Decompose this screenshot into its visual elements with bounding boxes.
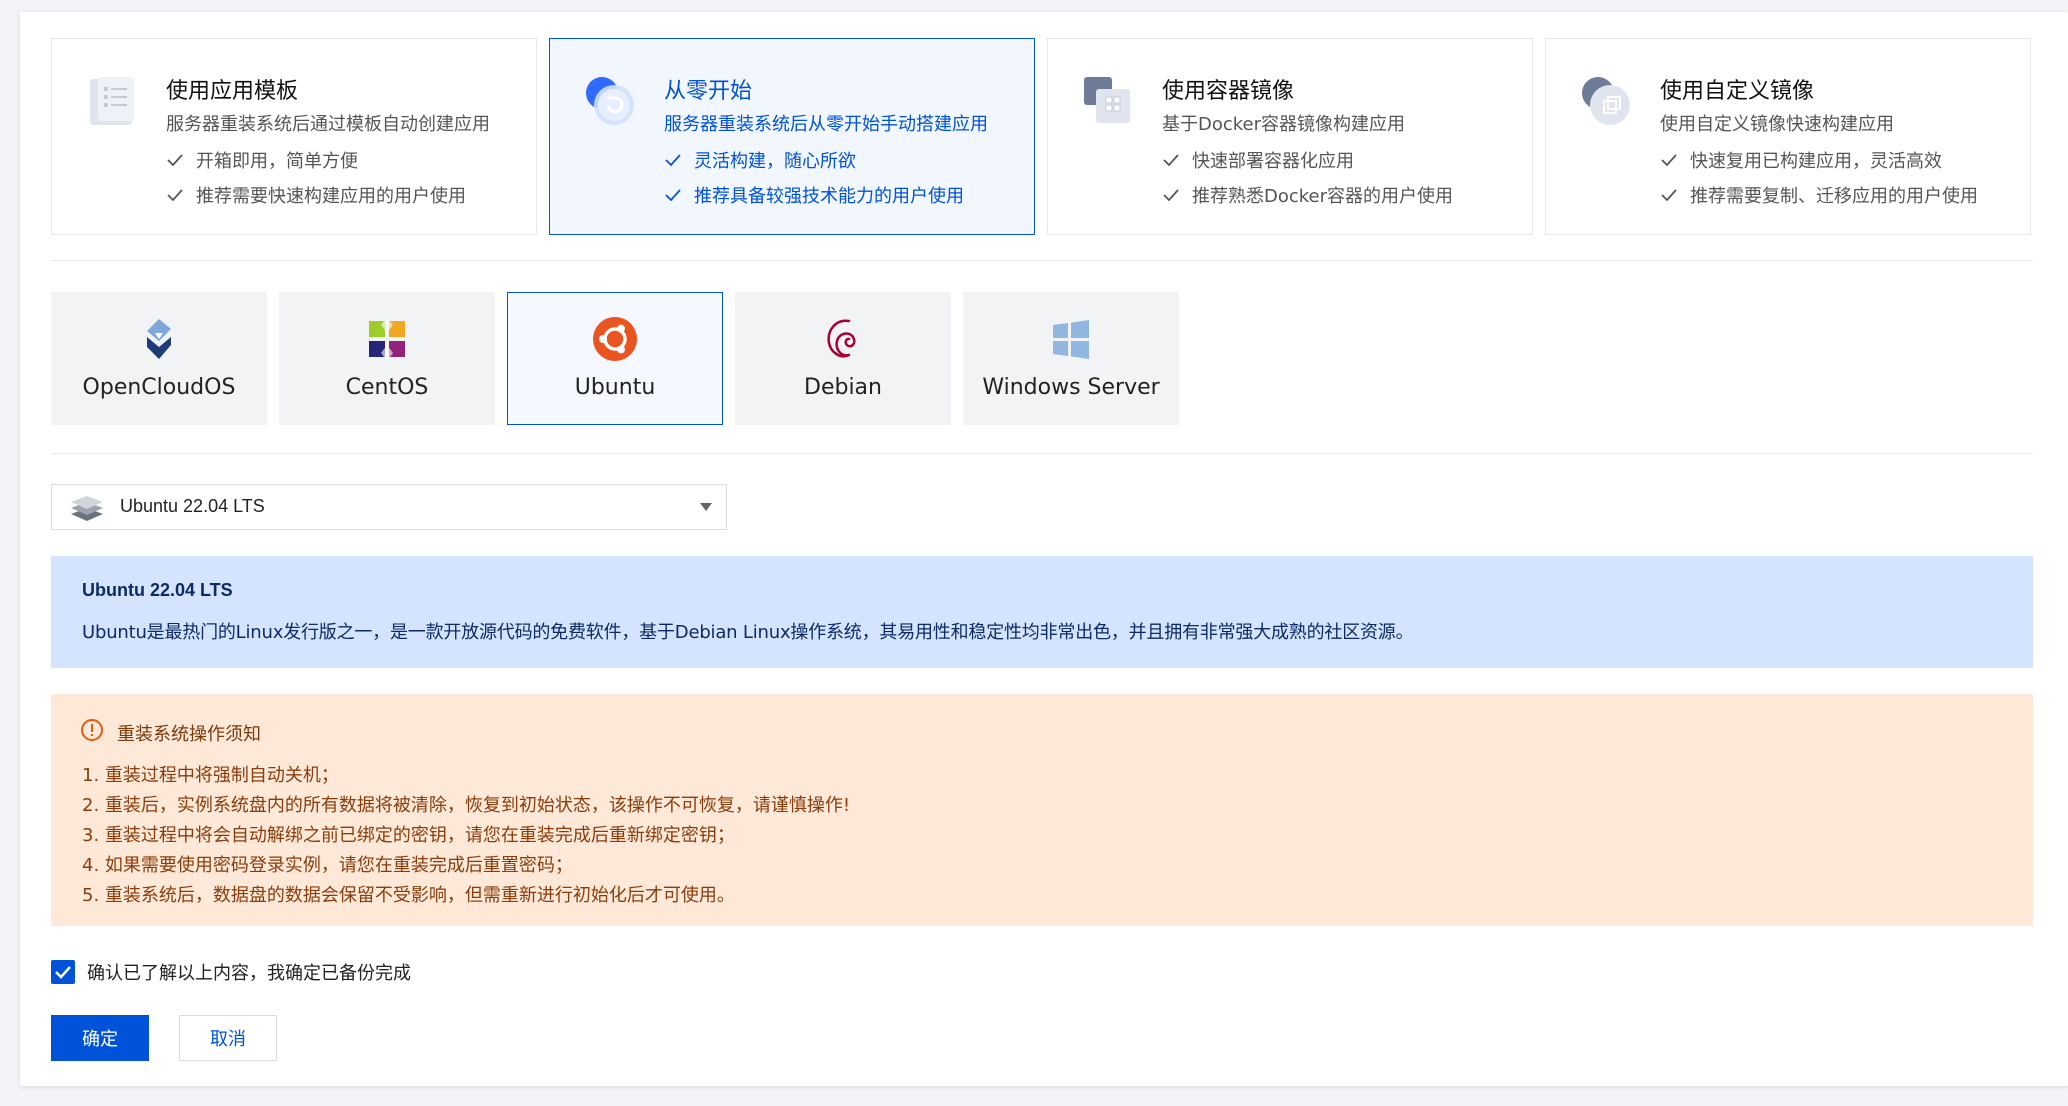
mode-feature: 推荐需要快速构建应用的用户使用 (166, 182, 466, 208)
checkmark-icon (55, 966, 71, 979)
mode-card-container-image[interactable]: 使用容器镜像 基于Docker容器镜像构建应用 快速部署容器化应用 推荐熟悉Do… (1047, 38, 1533, 235)
os-name: Windows Server (982, 375, 1160, 400)
mode-feature: 推荐具备较强技术能力的用户使用 (664, 182, 964, 208)
mode-desc: 使用自定义镜像快速构建应用 (1660, 114, 1894, 135)
mode-desc: 服务器重装系统后通过模板自动创建应用 (166, 114, 490, 135)
divider (51, 453, 2033, 454)
notice-item: 4. 如果需要使用密码登录实例，请您在重装完成后重置密码； (82, 855, 573, 876)
check-icon (167, 154, 183, 167)
check-icon (1661, 189, 1677, 202)
os-tile-opencloudos[interactable]: OpenCloudOS (51, 292, 267, 425)
mode-title: 使用容器镜像 (1162, 79, 1295, 104)
windows-logo-icon (1053, 320, 1089, 359)
os-info-box: Ubuntu 22.04 LTS Ubuntu是最热门的Linux发行版之一，是… (51, 556, 2033, 668)
os-name: Debian (804, 375, 882, 400)
check-icon (1163, 189, 1179, 202)
mode-title: 从零开始 (664, 79, 753, 104)
os-info-desc: Ubuntu是最热门的Linux发行版之一，是一款开放源代码的免费软件，基于De… (82, 622, 1414, 643)
mode-feature: 推荐熟悉Docker容器的用户使用 (1162, 182, 1453, 208)
reinstall-notice-box: 重装系统操作须知 1. 重装过程中将强制自动关机； 2. 重装后，实例系统盘内的… (51, 694, 2033, 926)
mode-feature: 推荐需要复制、迁移应用的用户使用 (1660, 182, 1978, 208)
layers-icon (71, 496, 103, 521)
check-icon (1163, 154, 1179, 167)
mode-desc: 服务器重装系统后从零开始手动搭建应用 (664, 114, 988, 135)
check-icon (167, 189, 183, 202)
os-tile-windows-server[interactable]: Windows Server (963, 292, 1179, 425)
mode-title: 使用应用模板 (166, 79, 299, 104)
os-tile-debian[interactable]: Debian (735, 292, 951, 425)
notice-item: 1. 重装过程中将强制自动关机； (82, 765, 339, 786)
mode-title: 使用自定义镜像 (1660, 79, 1815, 104)
version-select-value: Ubuntu 22.04 LTS (120, 496, 265, 516)
from-scratch-icon (586, 77, 634, 125)
notice-item: 3. 重装过程中将会自动解绑之前已绑定的密钥，请您在重装完成后重新绑定密钥； (82, 825, 735, 846)
os-name: CentOS (345, 375, 429, 400)
notice-item: 2. 重装后，实例系统盘内的所有数据将被清除，恢复到初始状态，该操作不可恢复，请… (82, 795, 851, 816)
app-template-icon (90, 77, 134, 125)
os-name: OpenCloudOS (82, 375, 236, 400)
centos-logo-icon (369, 317, 405, 361)
confirm-label: 确认已了解以上内容，我确定已备份完成 (87, 963, 411, 984)
version-select[interactable]: Ubuntu 22.04 LTS (51, 484, 727, 530)
mode-cards: 使用应用模板 服务器重装系统后通过模板自动创建应用 开箱即用，简单方便 推荐需要… (51, 38, 2033, 235)
custom-image-icon (1582, 77, 1630, 125)
os-tile-ubuntu[interactable]: Ubuntu (507, 292, 723, 425)
mode-feature: 灵活构建，随心所欲 (664, 147, 856, 173)
confirm-button[interactable]: 确定 (51, 1015, 149, 1061)
confirm-backup-checkbox[interactable]: 确认已了解以上内容，我确定已备份完成 (51, 959, 411, 985)
notice-title: 重装系统操作须知 (117, 724, 261, 745)
cancel-button[interactable]: 取消 (179, 1015, 277, 1061)
mode-card-from-scratch[interactable]: 从零开始 服务器重装系统后从零开始手动搭建应用 灵活构建，随心所欲 推荐具备较强… (549, 38, 1035, 235)
os-info-title: Ubuntu 22.04 LTS (82, 580, 233, 600)
check-icon (1661, 154, 1677, 167)
mode-feature: 开箱即用，简单方便 (166, 147, 358, 173)
ubuntu-logo-icon (593, 317, 637, 361)
os-name: Ubuntu (574, 375, 656, 400)
check-icon (665, 154, 681, 167)
opencloudos-logo-icon (147, 319, 171, 359)
mode-desc: 基于Docker容器镜像构建应用 (1162, 114, 1406, 135)
notice-item: 5. 重装系统后，数据盘的数据会保留不受影响，但需重新进行初始化后才可使用。 (82, 885, 735, 906)
caret-down-icon (700, 503, 712, 511)
os-tile-centos[interactable]: CentOS (279, 292, 495, 425)
mode-feature: 快速复用已构建应用，灵活高效 (1660, 147, 1942, 173)
divider (51, 260, 2033, 261)
mode-card-app-template[interactable]: 使用应用模板 服务器重装系统后通过模板自动创建应用 开箱即用，简单方便 推荐需要… (51, 38, 537, 235)
reinstall-panel: 使用应用模板 服务器重装系统后通过模板自动创建应用 开箱即用，简单方便 推荐需要… (20, 12, 2068, 1086)
check-icon (665, 189, 681, 202)
warning-icon (81, 719, 103, 741)
container-image-icon (1084, 77, 1130, 123)
debian-logo-icon (827, 319, 856, 358)
mode-card-custom-image[interactable]: 使用自定义镜像 使用自定义镜像快速构建应用 快速复用已构建应用，灵活高效 推荐需… (1545, 38, 2031, 235)
checkbox-checked[interactable] (51, 960, 75, 984)
mode-feature: 快速部署容器化应用 (1162, 147, 1354, 173)
